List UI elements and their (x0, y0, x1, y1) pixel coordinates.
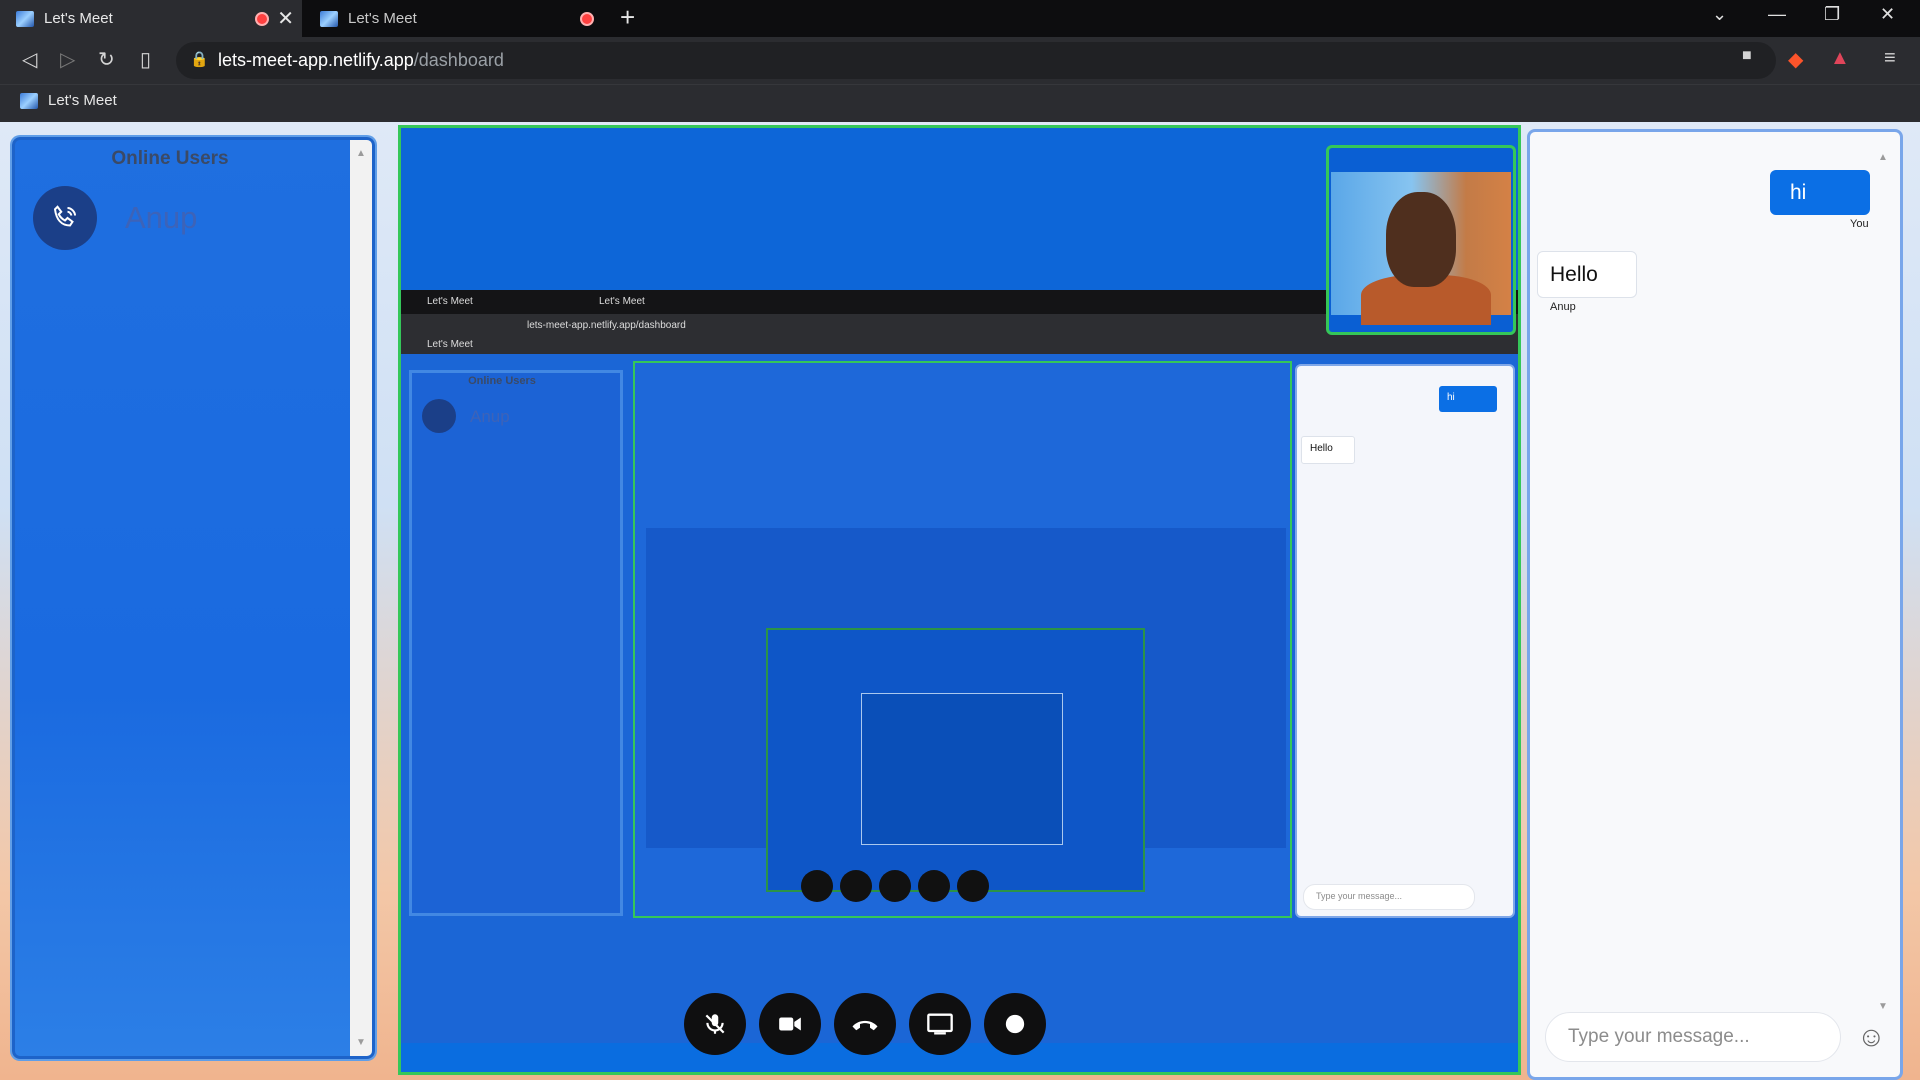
tab-title: Let's Meet (44, 10, 113, 27)
shared-chat-input: Type your message... (1303, 884, 1475, 910)
back-icon[interactable]: ◁ (22, 47, 37, 72)
tab-title: Let's Meet (348, 10, 417, 27)
chat-panel: hi You Hello Anup ▲ ▼ ☺ (1527, 129, 1903, 1080)
record-button[interactable] (984, 993, 1046, 1055)
scroll-down-icon[interactable]: ▼ (356, 1037, 366, 1048)
online-user-item[interactable]: Anup (33, 186, 197, 250)
shared-monitor-icon (918, 870, 950, 902)
phone-hangup-icon (852, 1020, 878, 1031)
brave-shield-icon[interactable]: ◆ (1788, 47, 1803, 72)
shared-msg-them-text: Hello (1310, 443, 1333, 454)
recording-indicator-icon (580, 12, 594, 26)
close-window-icon[interactable]: ✕ (1880, 4, 1895, 25)
camera-button[interactable] (759, 993, 821, 1055)
menu-icon[interactable]: ≡ (1884, 47, 1896, 70)
mute-mic-button[interactable] (684, 993, 746, 1055)
smiley-icon[interactable]: ☺ (1857, 1021, 1886, 1053)
call-controls (684, 993, 1046, 1055)
shared-msg-me: hi (1439, 386, 1497, 412)
restore-icon[interactable]: ❐ (1824, 4, 1840, 25)
lock-icon: 🔒 (190, 51, 209, 68)
shared-chat-placeholder: Type your message... (1316, 891, 1403, 901)
chat-message-text: Hello (1550, 262, 1598, 286)
scroll-up-icon[interactable]: ▲ (356, 148, 366, 159)
online-users-panel: Online Users Anup ▲ ▼ (12, 137, 375, 1059)
new-tab-button[interactable]: + (620, 2, 635, 33)
shared-chat-panel: hi Hello Type your message... (1295, 364, 1515, 918)
shared-phone-hangup-icon (879, 870, 911, 902)
remote-video-stream: Let's Meet Let's Meet lets-meet-app.netl… (398, 125, 1521, 1075)
local-video-preview[interactable] (1326, 145, 1516, 335)
video-camera-icon (779, 1017, 801, 1031)
app-favicon-icon (320, 10, 338, 27)
shared-phone-call-icon (422, 399, 456, 433)
shared-tab-title-2: Let's Meet (599, 296, 645, 307)
scroll-down-icon[interactable]: ▼ (1878, 1001, 1888, 1012)
chat-message-input[interactable] (1545, 1012, 1841, 1062)
users-scrollbar[interactable]: ▲ ▼ (350, 140, 372, 1056)
shared-users-panel: Online Users Anup (409, 370, 623, 916)
phone-call-icon[interactable] (33, 186, 97, 250)
screen-share-button[interactable] (909, 993, 971, 1055)
record-icon (1005, 1014, 1025, 1034)
url-path: /dashboard (413, 50, 504, 70)
forward-icon[interactable]: ▷ (60, 47, 75, 72)
hang-up-button[interactable] (834, 993, 896, 1055)
close-tab-icon[interactable]: ✕ (277, 6, 294, 31)
shared-url: lets-meet-app.netlify.app/dashboard (527, 320, 686, 331)
chat-message-sender: You (1850, 218, 1869, 230)
chat-message-text: hi (1790, 180, 1807, 204)
mic-off-icon (705, 1014, 725, 1034)
chat-message-sender: Anup (1550, 301, 1576, 313)
shared-video-camera-icon (840, 870, 872, 902)
recording-indicator-icon (255, 12, 269, 26)
bookmarks-bar (0, 84, 1920, 123)
shared-bookmark: Let's Meet (427, 339, 473, 350)
bookmark-label: Let's Meet (48, 92, 117, 109)
camera-permission-icon[interactable]: ■ (1742, 47, 1752, 65)
shared-controls (801, 870, 989, 902)
chat-message-received: Hello (1537, 251, 1637, 298)
chat-scrollbar[interactable]: ▲ ▼ (1876, 152, 1890, 1012)
shared-record-icon (957, 870, 989, 902)
url-host: lets-meet-app.netlify.app (218, 50, 414, 70)
nested-capture-3 (861, 693, 1063, 845)
bookmark-item[interactable]: Let's Meet (20, 92, 117, 109)
tab-search-icon[interactable]: ⌄ (1712, 4, 1727, 25)
reload-icon[interactable]: ↻ (98, 47, 115, 72)
scroll-up-icon[interactable]: ▲ (1878, 152, 1888, 163)
shared-users-title: Online Users (468, 375, 536, 387)
brave-rewards-icon[interactable]: ▲ (1830, 47, 1850, 70)
app-favicon-icon (20, 92, 38, 109)
minimize-icon[interactable]: — (1768, 4, 1786, 25)
app-favicon-icon (16, 10, 34, 27)
online-user-name: Anup (125, 200, 198, 235)
shared-user-name: Anup (470, 407, 510, 426)
monitor-icon (927, 1013, 953, 1035)
online-users-title: Online Users (111, 148, 229, 169)
browser-tab-inactive[interactable]: Let's Meet (304, 0, 604, 37)
webcam-feed (1331, 172, 1511, 325)
bookmark-icon[interactable]: ▯ (140, 47, 151, 72)
browser-tab-active[interactable]: Let's Meet ✕ (0, 0, 302, 37)
shared-tab-title: Let's Meet (427, 296, 473, 307)
person-face (1386, 192, 1456, 287)
shared-mic-off-icon (801, 870, 833, 902)
chat-message-sent: hi (1770, 170, 1870, 215)
shared-msg-me-text: hi (1447, 392, 1455, 403)
shared-msg-them: Hello (1301, 436, 1355, 464)
url-text[interactable]: lets-meet-app.netlify.app/dashboard (218, 50, 504, 71)
